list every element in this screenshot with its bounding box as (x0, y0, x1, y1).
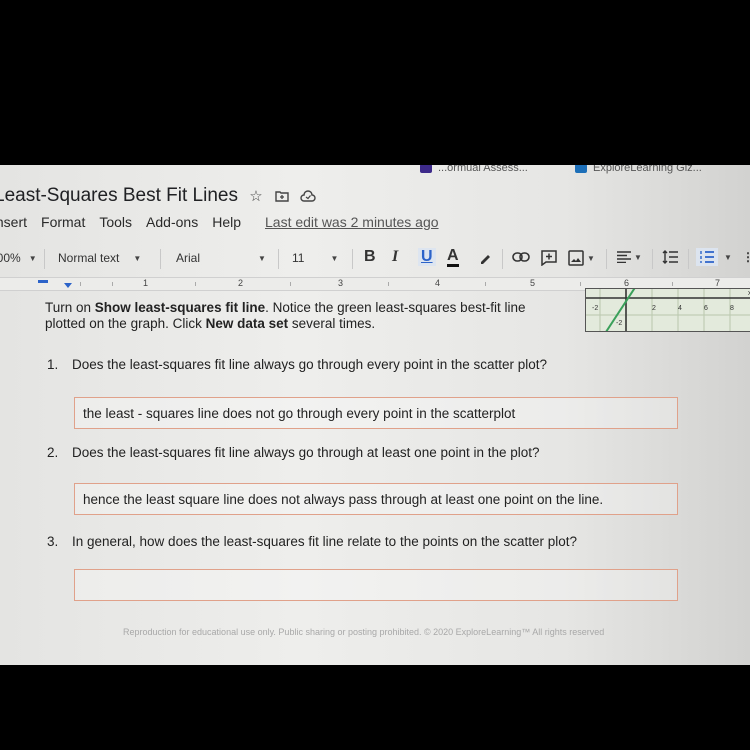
chevron-down-icon: ▼ (634, 252, 642, 262)
question-text: In general, how does the least-squares f… (72, 534, 578, 549)
chevron-down-icon: ▼ (28, 253, 37, 263)
chevron-down-icon: ▼ (258, 253, 266, 263)
menu-help[interactable]: Help (212, 214, 241, 230)
ruler-number: 7 (715, 278, 721, 288)
ruler-tick (80, 282, 81, 286)
x-tick-label: -2 (592, 305, 598, 312)
x-tick-label: 6 (704, 305, 708, 312)
y-tick-label: -2 (616, 320, 622, 327)
font-value: Arial (176, 251, 201, 265)
divider (502, 249, 503, 269)
cloud-saved-icon[interactable] (300, 188, 316, 204)
ruler-number: 5 (530, 278, 536, 288)
underline-button[interactable]: U (418, 248, 436, 266)
numbered-list-icon[interactable] (696, 248, 718, 266)
question-text: Does the least-squares fit line always g… (72, 445, 540, 460)
screen: ...ormual Assess... ExploreLearning Giz.… (0, 165, 750, 665)
divider (352, 249, 353, 269)
italic-button[interactable]: I (392, 248, 398, 266)
menu-bar: Insert Format Tools Add-ons Help Last ed… (0, 214, 439, 230)
ruler-number: 1 (143, 278, 149, 288)
menu-format[interactable]: Format (41, 214, 85, 230)
ruler-number: 6 (624, 278, 630, 288)
graph-svg: -2 2 4 6 8 -2 x (586, 282, 750, 336)
ruler-tick (388, 282, 389, 286)
question-3: 3. In general, how does the least-squares… (47, 534, 577, 549)
ruler-tick (485, 282, 486, 286)
title-row: Least-Squares Best Fit Lines ☆ (0, 185, 316, 207)
zoom-select[interactable]: 100% ▼ (0, 251, 37, 265)
chevron-down-icon: ▼ (587, 253, 595, 263)
chevron-down-icon: ▼ (133, 253, 142, 263)
menu-tools[interactable]: Tools (99, 214, 132, 230)
menu-insert[interactable]: Insert (0, 214, 27, 230)
document-title[interactable]: Least-Squares Best Fit Lines (0, 185, 238, 207)
link-icon[interactable] (512, 252, 530, 262)
ruler-tick (112, 282, 113, 286)
question-1: 1. Does the least-squares fit line always… (47, 357, 547, 372)
list-chevron-down-icon[interactable]: ▼ (724, 253, 732, 262)
answer-box-2[interactable]: hence the least square line does not alw… (74, 483, 678, 515)
x-tick-label: 2 (652, 305, 656, 312)
align-left-icon[interactable]: ▼ (617, 251, 642, 263)
bold-button[interactable]: B (364, 248, 376, 266)
ruler-tick (195, 282, 196, 286)
bookmark-label: ...ormual Assess... (438, 165, 528, 174)
divider (44, 249, 45, 269)
bookmark-label: ExploreLearning Giz... (593, 165, 702, 174)
bookmark-explorelearning[interactable]: ExploreLearning Giz... (575, 165, 702, 174)
highlight-pen-icon[interactable] (478, 251, 492, 265)
ruler-number: 3 (338, 278, 344, 288)
style-select[interactable]: Normal text ▼ (58, 251, 141, 265)
intro-text: Turn on (45, 300, 95, 315)
scatter-plot-thumbnail: -2 2 4 6 8 -2 x (585, 282, 750, 336)
style-value: Normal text (58, 251, 120, 265)
bookmark-assessment[interactable]: ...ormual Assess... (420, 165, 528, 174)
instructions-paragraph: Turn on Show least-squares fit line. Not… (45, 300, 565, 332)
ruler-number: 4 (435, 278, 441, 288)
divider (606, 249, 607, 269)
last-edit-link[interactable]: Last edit was 2 minutes ago (265, 214, 439, 230)
copyright-footer: Reproduction for educational use only. P… (123, 627, 605, 637)
intro-bold-show-fit-line: Show least-squares fit line (94, 300, 266, 315)
ruler-tick (580, 282, 581, 286)
font-size-select[interactable]: 11 ▼ (292, 251, 338, 265)
ruler-tick (672, 282, 673, 286)
bookmarks-bar: ...ormual Assess... ExploreLearning Giz.… (0, 165, 750, 177)
toolbar: 100% ▼ Normal text ▼ Arial ▼ 11 ▼ B I U … (0, 245, 750, 273)
bookmark-icon (420, 165, 432, 173)
divider (652, 249, 653, 269)
question-number: 3. (47, 534, 59, 549)
bookmark-icon (575, 165, 587, 173)
text-color-button[interactable]: A (447, 248, 459, 267)
divider (278, 249, 279, 269)
ruler-tick (290, 282, 291, 286)
ruler-number: 2 (238, 278, 244, 288)
divider (160, 249, 161, 269)
x-tick-label: 8 (730, 305, 734, 312)
question-text: Does the least-squares fit line always g… (72, 357, 548, 372)
menu-addons[interactable]: Add-ons (146, 214, 198, 230)
more-options-icon[interactable]: ⋮ (742, 250, 750, 264)
first-line-indent-handle[interactable] (38, 280, 48, 283)
divider (688, 249, 689, 269)
chevron-down-icon: ▼ (330, 253, 339, 263)
star-icon[interactable]: ☆ (248, 188, 264, 205)
move-to-folder-icon[interactable] (274, 188, 290, 204)
intro-text: several times. (288, 316, 376, 331)
add-comment-icon[interactable] (541, 250, 557, 266)
answer-box-3[interactable] (74, 569, 678, 601)
intro-bold-new-data-set: New data set (205, 316, 289, 331)
question-number: 2. (47, 445, 59, 460)
answer-box-1[interactable]: the least - squares line does not go thr… (74, 397, 678, 429)
font-select[interactable]: Arial ▼ (176, 251, 266, 265)
x-tick-label: 4 (678, 305, 682, 312)
font-size-value: 11 (292, 251, 305, 265)
line-spacing-icon[interactable] (662, 250, 678, 264)
question-2: 2. Does the least-squares fit line always… (47, 445, 540, 460)
zoom-value: 100% (0, 251, 21, 265)
left-indent-handle[interactable] (64, 283, 72, 288)
question-number: 1. (47, 357, 59, 372)
insert-image-icon[interactable]: ▼ (568, 250, 595, 266)
